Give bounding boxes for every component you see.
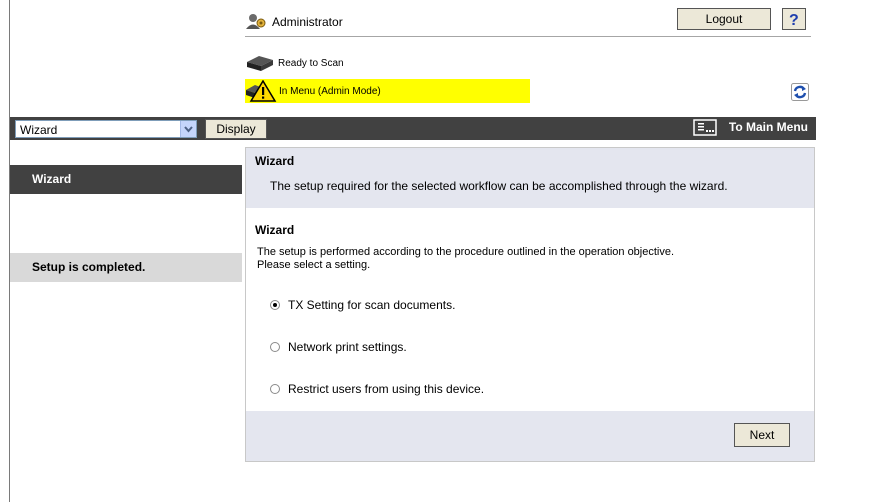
option-label[interactable]: Restrict users from using this device. [288,382,484,396]
panel-description: The setup required for the selected work… [270,179,728,193]
to-main-menu-link[interactable]: To Main Menu [693,119,808,136]
section-title: Wizard [255,223,295,237]
next-button[interactable]: Next [734,423,790,447]
svg-text:?: ? [789,12,799,29]
user-name: Administrator [272,15,343,29]
main-menu-icon [693,119,719,137]
refresh-icon [791,83,809,101]
sidebar-item-setup-completed[interactable]: Setup is completed. [10,253,242,282]
mode-warning-bar: In Menu (Admin Mode) [245,79,530,103]
warning-icon [245,79,277,102]
panel-header: Wizard The setup required for the select… [246,148,814,208]
to-main-menu-label: To Main Menu [728,120,808,134]
menu-select[interactable]: Wizard [15,120,197,138]
help-icon: ? [789,12,799,29]
option-label[interactable]: Network print settings. [288,340,407,354]
help-button[interactable]: ? [782,8,806,30]
radio-button[interactable] [270,342,280,352]
radio-button[interactable] [270,300,280,310]
mode-status-text: In Menu (Admin Mode) [279,86,381,97]
refresh-button[interactable] [791,83,809,101]
section-description: The setup is performed according to the … [257,246,675,258]
sidebar-item-wizard[interactable]: Wizard [10,165,242,194]
dropdown-arrow-icon[interactable] [180,121,196,137]
section-instruction: Please select a setting. [257,259,371,271]
user-header: Administrator Logout ? [245,8,811,37]
option-label[interactable]: TX Setting for scan documents. [288,298,455,312]
panel-footer: Next [246,411,814,461]
logout-button[interactable]: Logout [677,8,771,30]
radio-button[interactable] [270,384,280,394]
wizard-panel: Wizard The setup required for the select… [245,147,815,462]
scanner-icon [245,54,275,72]
display-button[interactable]: Display [205,119,267,139]
scan-status-text: Ready to Scan [278,58,344,69]
function-toolbar: Wizard Display To Main Menu [10,117,816,140]
admin-user-icon [245,12,267,30]
panel-title: Wizard [255,154,295,168]
menu-select-value: Wizard [20,123,58,137]
